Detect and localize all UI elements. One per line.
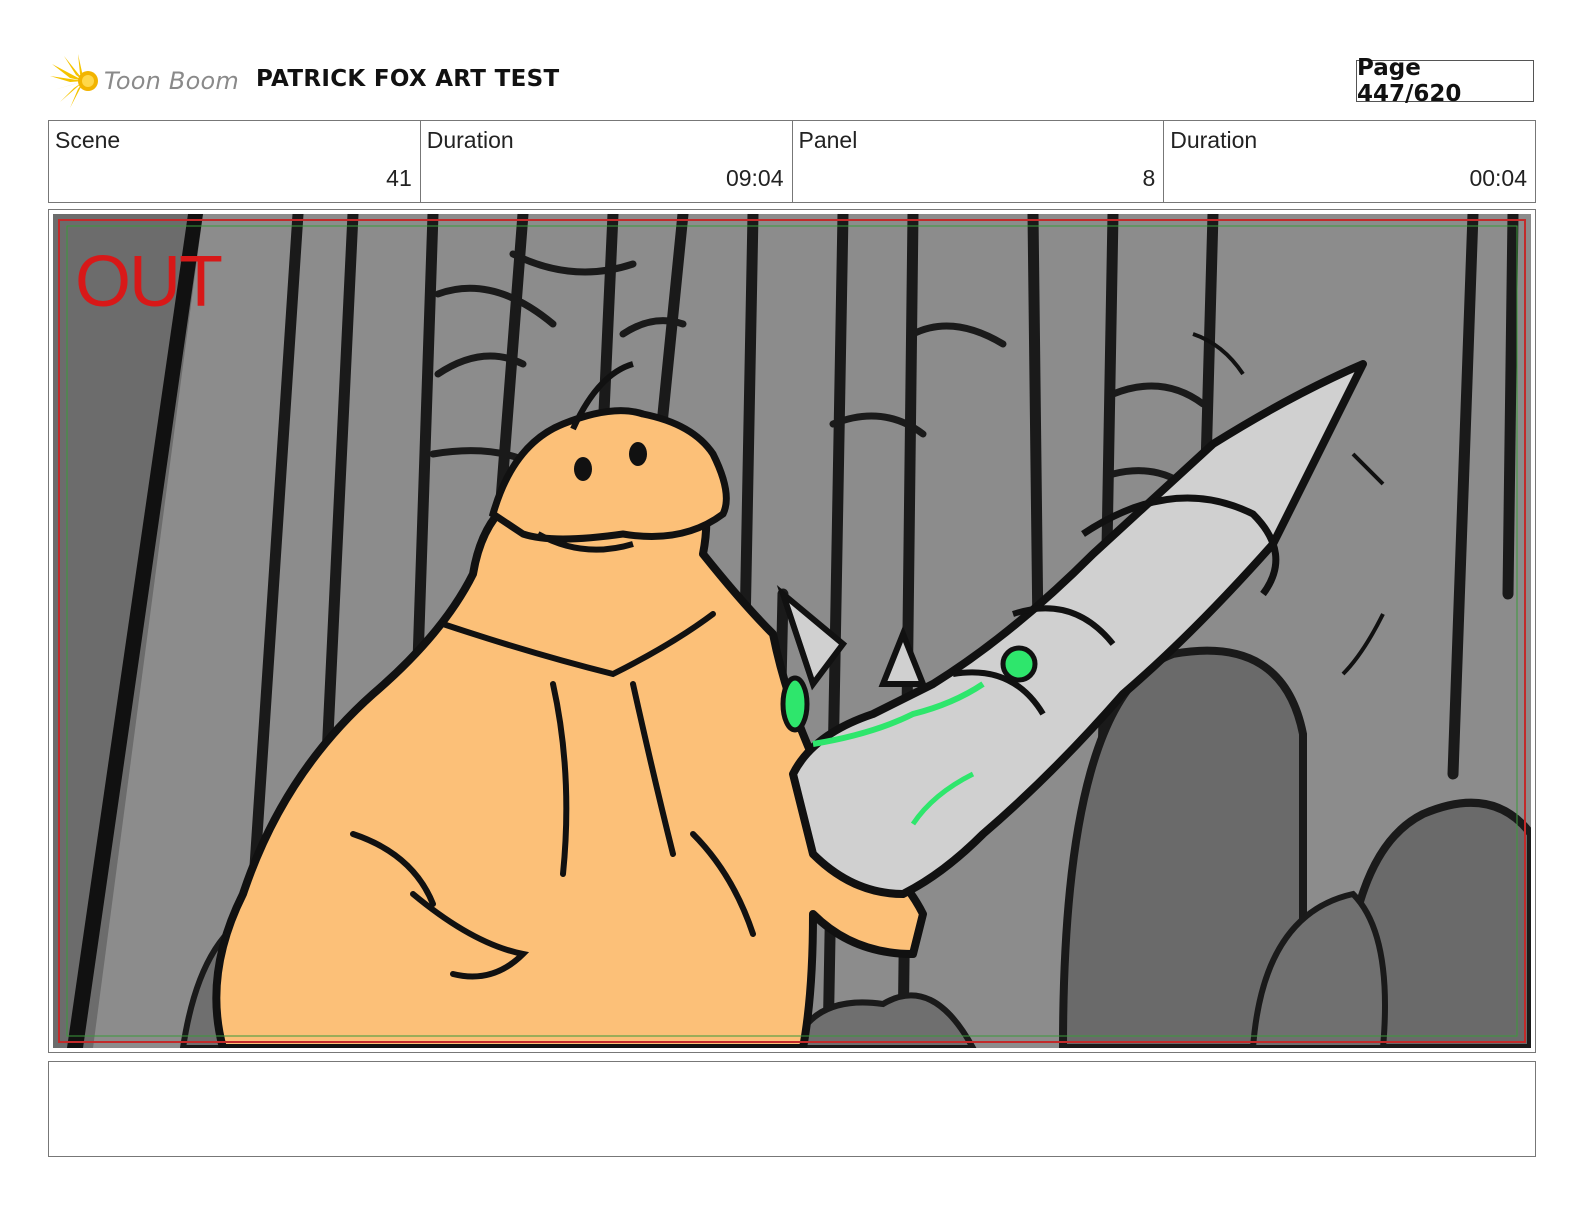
page-indicator: Page 447/620: [1356, 55, 1534, 107]
logo-text: Toon Boom: [104, 67, 239, 95]
scene-duration-value: 09:04: [725, 165, 784, 191]
panel-cell: Panel 8: [791, 121, 1164, 202]
project-title: PATRICK FOX ART TEST: [256, 66, 560, 92]
panel-artwork: [53, 214, 1531, 1048]
scene-duration-label: Duration: [426, 127, 514, 153]
out-overlay-label: OUT: [75, 242, 223, 322]
scene-value: 41: [386, 165, 412, 191]
scene-info-table: Scene 41 Duration 09:04 Panel 8 Duration…: [48, 120, 1536, 203]
scene-cell: Scene 41: [49, 121, 420, 202]
storyboard-panel: OUT: [48, 209, 1536, 1053]
sunburst-icon: [50, 54, 98, 108]
scene-duration-cell: Duration 09:04: [419, 121, 792, 202]
panel-label: Panel: [798, 127, 858, 153]
toon-boom-logo: Toon Boom: [50, 54, 239, 108]
panel-duration-value: 00:04: [1469, 165, 1527, 191]
panel-notes-box: [48, 1061, 1536, 1157]
panel-duration-cell: Duration 00:04: [1163, 121, 1535, 202]
panel-value: 8: [1142, 165, 1156, 191]
scene-label: Scene: [55, 127, 121, 153]
panel-duration-label: Duration: [1170, 127, 1258, 153]
